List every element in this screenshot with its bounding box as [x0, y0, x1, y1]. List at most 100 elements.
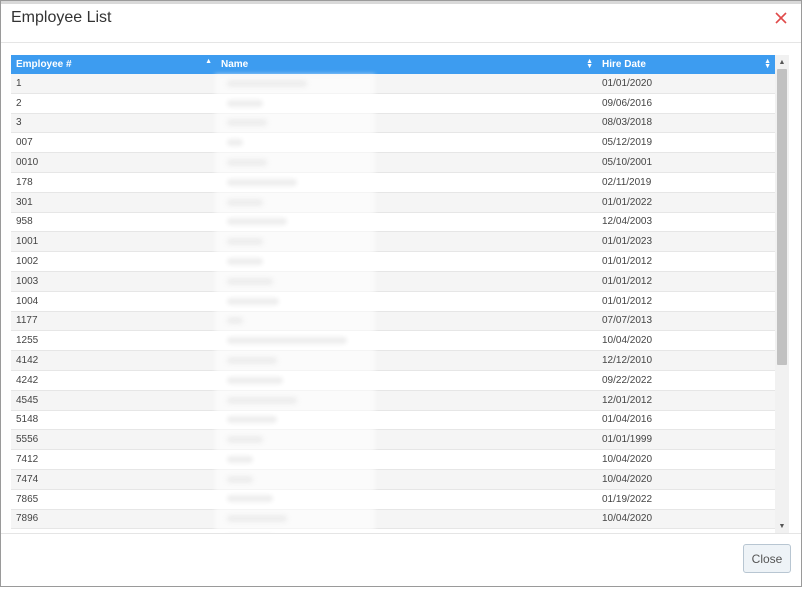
- employee-number-cell: 1003: [11, 271, 216, 292]
- redacted-name: [227, 475, 253, 483]
- employee-number-cell: 3: [11, 113, 216, 134]
- dialog-footer: Close: [1, 533, 801, 586]
- redacted-name: [227, 277, 273, 285]
- redacted-name: [227, 455, 253, 463]
- scroll-up-icon[interactable]: ▲: [775, 55, 789, 69]
- table-row[interactable]: 1004 01/01/2012: [11, 291, 775, 312]
- redacted-name: [227, 257, 263, 265]
- column-header-employee-number[interactable]: Employee # ▲: [11, 55, 216, 74]
- hire-date-cell: 01/01/2022: [597, 192, 775, 213]
- hire-date-cell: 01/01/2012: [597, 291, 775, 312]
- employee-name-cell: [216, 370, 597, 391]
- table-row[interactable]: 0010 05/10/2001: [11, 152, 775, 173]
- hire-date-cell: 10/04/2020: [597, 509, 775, 530]
- column-header-hire-date[interactable]: Hire Date ▲ ▼: [597, 55, 775, 74]
- table-header-row: Employee # ▲ Name ▲ ▼ Hire Date ▲ ▼: [11, 55, 775, 74]
- employee-number-cell: 1001: [11, 231, 216, 253]
- table-row[interactable]: 007 05/12/2019: [11, 132, 775, 154]
- table-row[interactable]: 1255 10/04/2020: [11, 330, 775, 352]
- table-row[interactable]: 4142 12/12/2010: [11, 350, 775, 371]
- hire-date-cell: 01/01/2023: [597, 231, 775, 253]
- table-row[interactable]: 958 12/04/2003: [11, 212, 775, 233]
- redacted-name: [227, 218, 287, 226]
- employee-number-cell: 1255: [11, 330, 216, 352]
- hire-date-cell: 07/07/2013: [597, 311, 775, 332]
- table-row[interactable]: 301 01/01/2022: [11, 192, 775, 213]
- redacted-name: [227, 99, 263, 107]
- employee-number-cell: 4242: [11, 370, 216, 391]
- employee-number-cell: 1004: [11, 291, 216, 312]
- hire-date-cell: 02/11/2019: [597, 172, 775, 193]
- hire-date-cell: 01/01/2012: [597, 251, 775, 272]
- hire-date-cell: 08/03/2018: [597, 113, 775, 134]
- employee-name-cell: [216, 449, 597, 470]
- employee-name-cell: [216, 132, 597, 154]
- table-row[interactable]: 1003 01/01/2012: [11, 271, 775, 292]
- employee-number-cell: 5148: [11, 410, 216, 431]
- employee-name-cell: [216, 251, 597, 272]
- employee-name-cell: [216, 93, 597, 114]
- hire-date-cell: 01/01/2012: [597, 271, 775, 292]
- employee-name-cell: [216, 489, 597, 510]
- sort-both-icon: ▲ ▼: [586, 58, 593, 70]
- table-row[interactable]: 178 02/11/2019: [11, 172, 775, 193]
- employee-number-cell: 7474: [11, 469, 216, 490]
- table-row[interactable]: 4545 12/01/2012: [11, 390, 775, 411]
- table-row[interactable]: 2 09/06/2016: [11, 93, 775, 114]
- employee-name-cell: [216, 291, 597, 312]
- table-row[interactable]: 5556 01/01/1999: [11, 429, 775, 451]
- table-row[interactable]: 7412 10/04/2020: [11, 449, 775, 470]
- employee-name-cell: [216, 509, 597, 530]
- table-body: 1 01/01/2020 2 09/06/2016 3 08/03/2018 007 05/1…: [11, 74, 775, 533]
- table-row[interactable]: 1 01/01/2020: [11, 74, 775, 94]
- close-button[interactable]: Close: [743, 544, 791, 573]
- redacted-name: [227, 297, 279, 305]
- scroll-thumb[interactable]: [777, 69, 787, 365]
- table-row[interactable]: 5148 01/04/2016: [11, 410, 775, 431]
- column-header-label: Employee #: [16, 59, 72, 70]
- employee-name-cell: [216, 330, 597, 352]
- hire-date-cell: 05/12/2019: [597, 132, 775, 154]
- employee-name-cell: [216, 113, 597, 134]
- employee-name-cell: [216, 311, 597, 332]
- redacted-name: [227, 238, 263, 246]
- scroll-down-icon[interactable]: ▼: [775, 519, 789, 533]
- employee-number-cell: 7896: [11, 509, 216, 530]
- hire-date-cell: 01/19/2022: [597, 489, 775, 510]
- employee-number-cell: 0010: [11, 152, 216, 173]
- table-row[interactable]: 3 08/03/2018: [11, 113, 775, 134]
- table-row[interactable]: 7865 01/19/2022: [11, 489, 775, 510]
- table-row[interactable]: 7896 10/04/2020: [11, 509, 775, 530]
- employee-name-cell: [216, 469, 597, 490]
- table-row[interactable]: 1002 01/01/2012: [11, 251, 775, 272]
- redacted-name: [227, 416, 277, 424]
- employee-number-cell: 958: [11, 212, 216, 233]
- employee-number-cell: 7865: [11, 489, 216, 510]
- hire-date-cell: 10/04/2020: [597, 469, 775, 490]
- hire-date-cell: 09/22/2022: [597, 370, 775, 391]
- hire-date-cell: 01/01/2020: [597, 74, 775, 94]
- employee-number-cell: 007: [11, 132, 216, 154]
- column-header-label: Hire Date: [602, 59, 646, 70]
- employee-table: Employee # ▲ Name ▲▼ Hire Date ▲▼ 101: [11, 55, 775, 533]
- redacted-name: [227, 337, 347, 345]
- employee-name-cell: [216, 74, 597, 94]
- table-row[interactable]: 4242 09/22/2022: [11, 370, 775, 391]
- hire-date-cell: 05/10/2001: [597, 152, 775, 173]
- sort-both-icon: ▲ ▼: [764, 58, 771, 70]
- dialog-body: Employee # ▲ Name ▲▼ Hire Date ▲▼ 101: [11, 55, 789, 533]
- table-row[interactable]: 1177 07/07/2013: [11, 311, 775, 332]
- close-icon[interactable]: [771, 6, 791, 30]
- table-row[interactable]: 1001 01/01/2023: [11, 231, 775, 253]
- redacted-name: [227, 495, 273, 503]
- redacted-name: [227, 356, 277, 364]
- table-row[interactable]: 7474 10/04/2020: [11, 469, 775, 490]
- hire-date-cell: 12/01/2012: [597, 390, 775, 411]
- redacted-name: [227, 178, 297, 186]
- employee-table-wrap: Employee # ▲ Name ▲▼ Hire Date ▲▼ 101: [11, 55, 775, 533]
- employee-list-dialog: Employee List Employee # ▲ Name ▲ ▼ Hire…: [0, 0, 802, 587]
- column-header-name[interactable]: Name ▲ ▼: [216, 55, 597, 74]
- employee-name-cell: [216, 429, 597, 451]
- redacted-name: [227, 317, 243, 325]
- vertical-scrollbar[interactable]: ▲ ▼: [775, 55, 789, 533]
